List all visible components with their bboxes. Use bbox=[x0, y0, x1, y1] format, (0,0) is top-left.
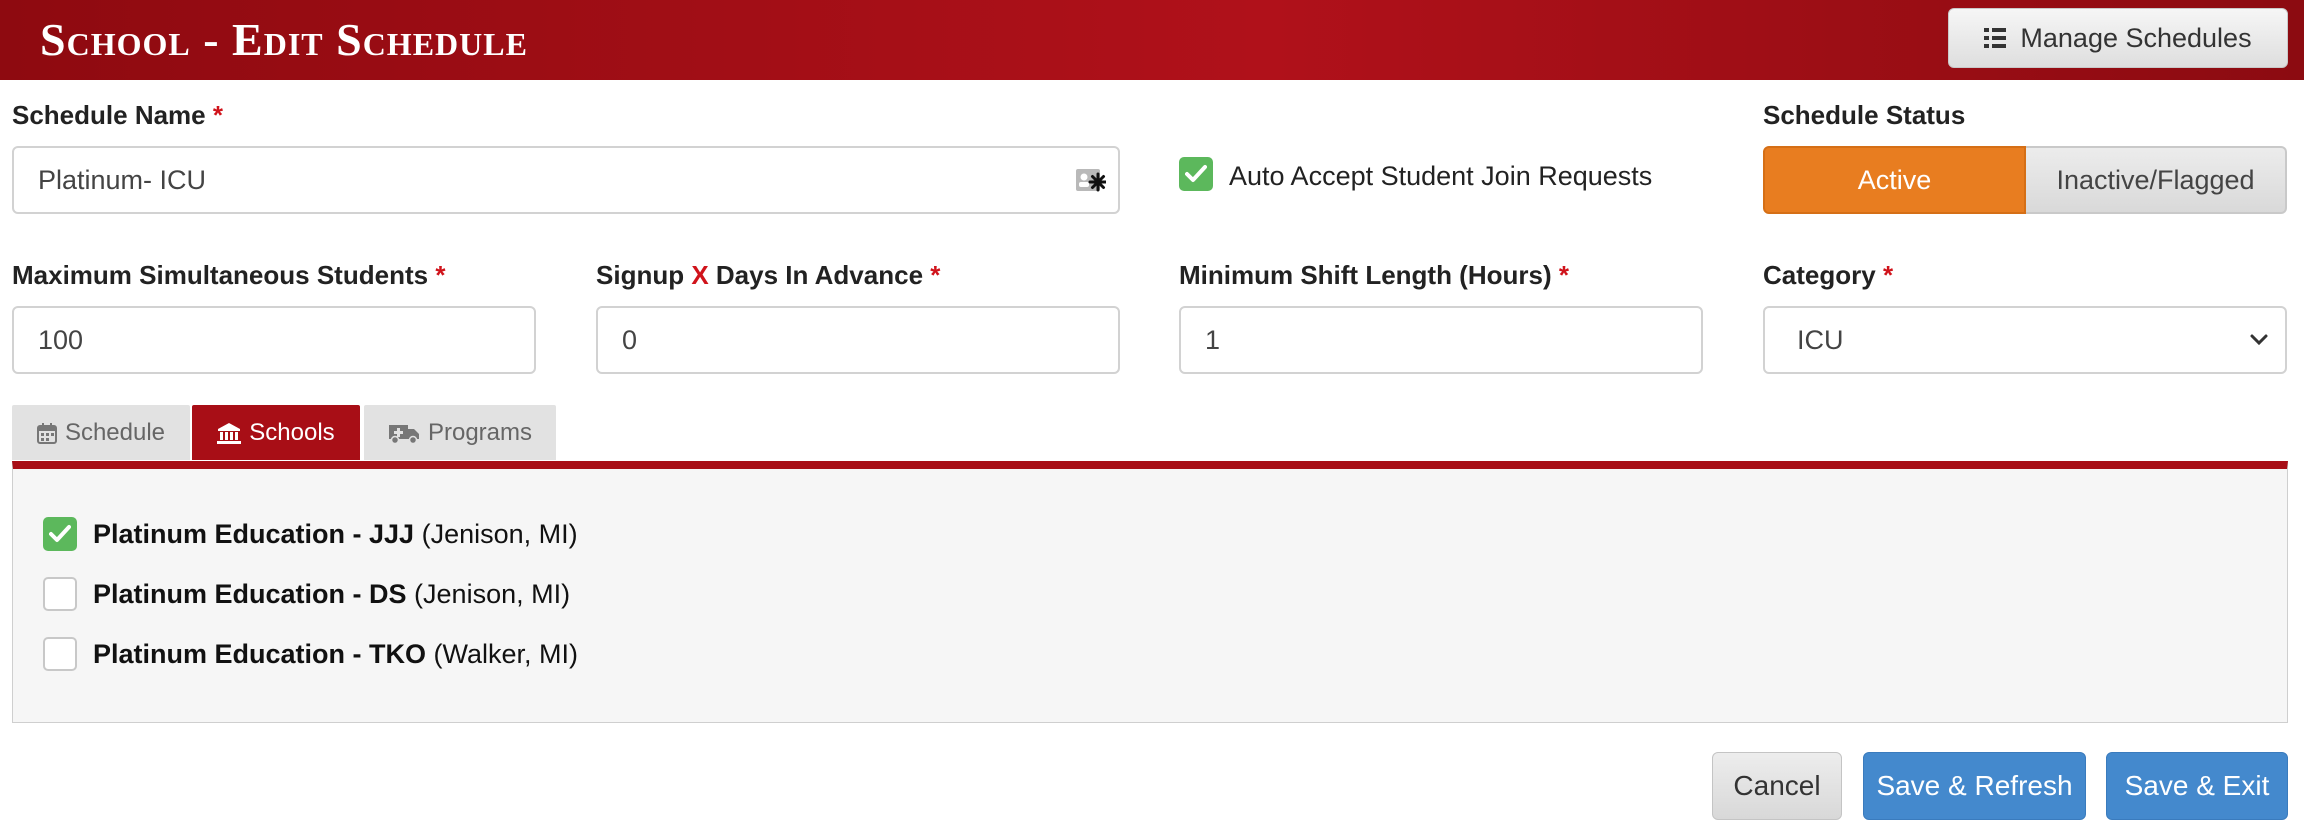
tab-schedule-label: Schedule bbox=[64, 418, 166, 446]
schedule-name-value: Platinum- ICU bbox=[38, 164, 207, 195]
max-students-label: Maximum Simultaneous Students * bbox=[12, 260, 446, 290]
category-value: ICU bbox=[1797, 324, 1844, 355]
checkmark-icon bbox=[1185, 165, 1207, 182]
max-students-value: 100 bbox=[38, 324, 84, 355]
auto-accept-label: Auto Accept Student Join Requests bbox=[1229, 161, 1653, 191]
category-select[interactable]: ICU bbox=[1763, 306, 2287, 374]
schedule-name-input[interactable]: Platinum- ICU bbox=[12, 146, 1120, 214]
school-location: (Jenison, MI) bbox=[421, 519, 578, 549]
status-active-button[interactable]: Active bbox=[1763, 146, 2026, 214]
max-students-input[interactable]: 100 bbox=[12, 306, 536, 374]
school-checkbox[interactable] bbox=[43, 517, 77, 551]
schedule-status-label: Schedule Status bbox=[1763, 100, 1966, 130]
schedule-status-toggle: Active Inactive/Flagged bbox=[1763, 146, 2287, 214]
page-title: School - Edit Schedule bbox=[40, 14, 528, 65]
school-label: Platinum Education - DS (Jenison, MI) bbox=[93, 579, 570, 610]
manage-schedules-button[interactable]: Manage Schedules bbox=[1948, 8, 2288, 68]
school-location: (Jenison, MI) bbox=[414, 579, 571, 609]
auto-accept-checkbox[interactable] bbox=[1179, 157, 1213, 191]
school-name: Platinum Education - DS bbox=[93, 579, 407, 609]
school-label: Platinum Education - JJJ (Jenison, MI) bbox=[93, 519, 578, 550]
schools-panel: Platinum Education - JJJ (Jenison, MI) P… bbox=[12, 461, 2288, 723]
save-exit-button[interactable]: Save & Exit bbox=[2106, 752, 2288, 820]
tab-schedule[interactable]: Schedule bbox=[12, 405, 190, 460]
calendar-icon bbox=[36, 422, 57, 444]
school-name: Platinum Education - JJJ bbox=[93, 519, 415, 549]
checkmark-icon bbox=[49, 525, 71, 542]
category-label: Category * bbox=[1763, 260, 1894, 290]
signup-days-input[interactable]: 0 bbox=[596, 306, 1120, 374]
chevron-down-icon bbox=[2250, 334, 2268, 346]
tab-programs-label: Programs bbox=[427, 418, 533, 446]
school-label: Platinum Education - TKO (Walker, MI) bbox=[93, 639, 578, 670]
tab-programs[interactable]: Programs bbox=[364, 405, 556, 460]
list-icon bbox=[1984, 28, 2007, 48]
institution-icon bbox=[217, 422, 242, 444]
signup-days-label: Signup X Days In Advance * bbox=[596, 260, 941, 290]
school-checkbox[interactable] bbox=[43, 637, 77, 671]
status-inactive-button[interactable]: Inactive/Flagged bbox=[2026, 146, 2287, 214]
manage-schedules-label: Manage Schedules bbox=[2020, 22, 2252, 53]
contact-card-icon[interactable] bbox=[1076, 168, 1106, 194]
page-header: School - Edit Schedule Manage Schedules bbox=[0, 0, 2304, 80]
schedule-name-label: Schedule Name * bbox=[12, 100, 223, 130]
signup-days-value: 0 bbox=[622, 324, 638, 355]
save-refresh-button[interactable]: Save & Refresh bbox=[1863, 752, 2086, 820]
min-shift-value: 1 bbox=[1205, 324, 1221, 355]
school-name: Platinum Education - TKO bbox=[93, 639, 427, 669]
school-location: (Walker, MI) bbox=[433, 639, 579, 669]
ambulance-icon bbox=[388, 424, 419, 444]
min-shift-label: Minimum Shift Length (Hours) * bbox=[1179, 260, 1569, 290]
school-checkbox[interactable] bbox=[43, 577, 77, 611]
tab-schools[interactable]: Schools bbox=[192, 405, 360, 460]
cancel-button[interactable]: Cancel bbox=[1712, 752, 1842, 820]
min-shift-input[interactable]: 1 bbox=[1179, 306, 1703, 374]
tab-schools-label: Schools bbox=[249, 418, 335, 446]
